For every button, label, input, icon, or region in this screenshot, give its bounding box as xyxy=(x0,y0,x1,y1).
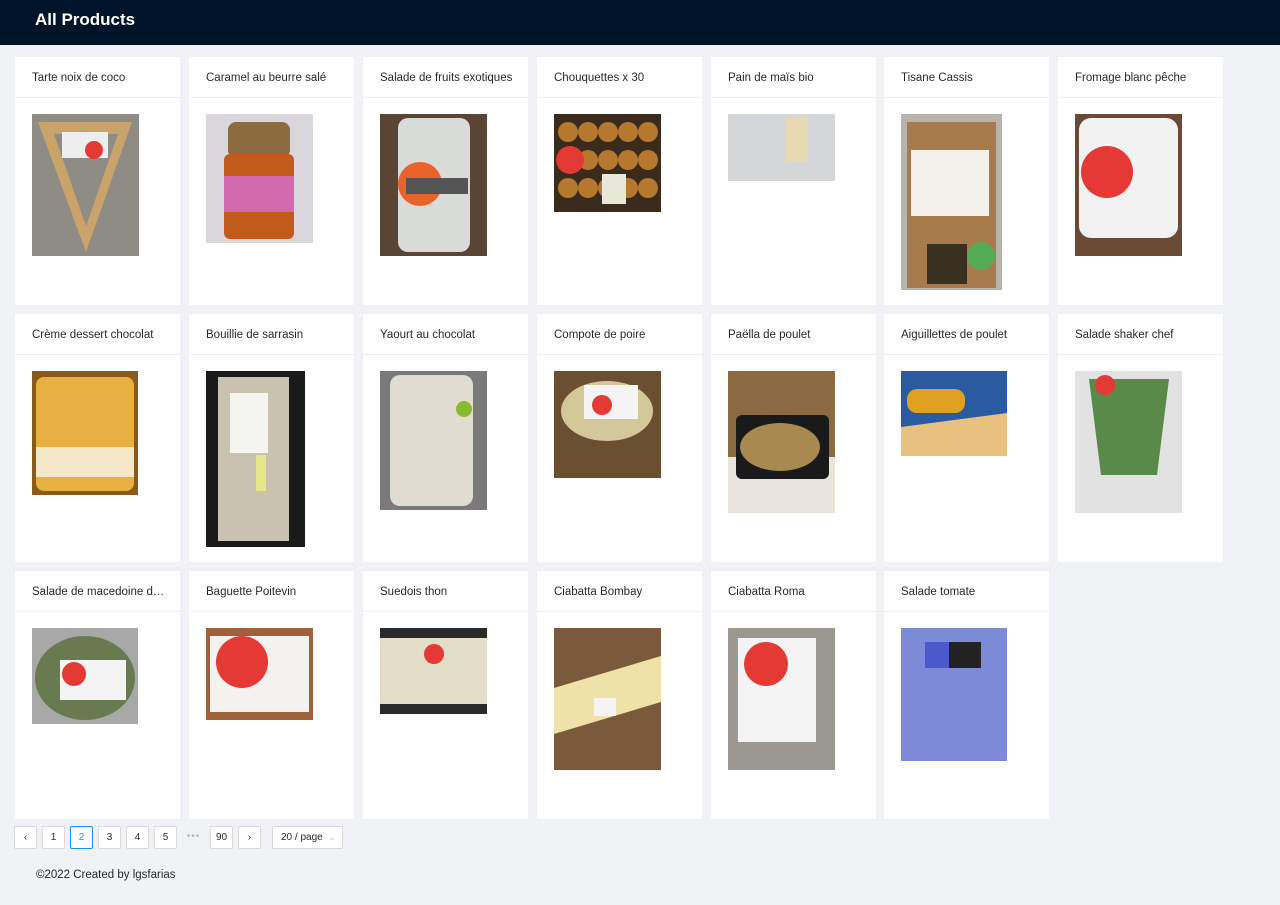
page-size-value: 20 / page xyxy=(281,832,323,843)
product-card[interactable]: Aiguillettes de poulet xyxy=(883,313,1050,563)
product-image[interactable] xyxy=(554,371,661,478)
product-title: Bouillie de sarrasin xyxy=(189,314,354,355)
product-image[interactable] xyxy=(1075,114,1182,256)
product-card[interactable]: Baguette Poitevin xyxy=(188,570,355,820)
page-last-button[interactable]: 90 xyxy=(210,826,233,849)
product-image[interactable] xyxy=(728,371,835,513)
product-title: Baguette Poitevin xyxy=(189,571,354,612)
product-title: Suedois thon xyxy=(363,571,528,612)
product-title: Tarte noix de coco xyxy=(15,57,180,98)
product-title: Ciabatta Bombay xyxy=(537,571,702,612)
product-card[interactable]: Salade tomate xyxy=(883,570,1050,820)
jump-next-ellipsis[interactable]: ••• xyxy=(182,826,205,849)
product-title: Compote de poire xyxy=(537,314,702,355)
product-title: Ciabatta Roma xyxy=(711,571,876,612)
product-image[interactable] xyxy=(380,371,487,510)
product-title: Salade shaker chef xyxy=(1058,314,1223,355)
product-title: Tisane Cassis xyxy=(884,57,1049,98)
product-image[interactable] xyxy=(206,371,305,547)
app-header: All Products xyxy=(0,0,1280,45)
footer-text: ©2022 Created by lgsfarias xyxy=(36,869,176,881)
product-card[interactable]: Paëlla de poulet xyxy=(710,313,877,563)
product-title: Salade de fruits exotiques xyxy=(363,57,528,98)
prev-page-button[interactable]: ‹ xyxy=(14,826,37,849)
page-1-button[interactable]: 1 xyxy=(42,826,65,849)
product-title: Salade tomate xyxy=(884,571,1049,612)
product-title: Crème dessert chocolat xyxy=(15,314,180,355)
product-image[interactable] xyxy=(901,628,1007,761)
product-card[interactable]: Tisane Cassis xyxy=(883,56,1050,306)
product-image[interactable] xyxy=(206,114,313,243)
product-image[interactable] xyxy=(380,628,487,714)
product-title: Paëlla de poulet xyxy=(711,314,876,355)
page-size-select[interactable]: 20 / page ⌄ xyxy=(272,826,343,849)
product-card[interactable]: Crème dessert chocolat xyxy=(14,313,181,563)
product-title: Salade de macedoine de... xyxy=(15,571,180,612)
product-image[interactable] xyxy=(554,114,661,212)
product-card[interactable]: Fromage blanc pêche xyxy=(1057,56,1224,306)
page-2-button[interactable]: 2 xyxy=(70,826,93,849)
product-title: Aiguillettes de poulet xyxy=(884,314,1049,355)
product-image[interactable] xyxy=(32,371,138,495)
chevron-down-icon: ⌄ xyxy=(328,832,336,842)
product-card[interactable]: Compote de poire xyxy=(536,313,703,563)
product-title: Chouquettes x 30 xyxy=(537,57,702,98)
product-card[interactable]: Salade shaker chef xyxy=(1057,313,1224,563)
product-card[interactable]: Chouquettes x 30 xyxy=(536,56,703,306)
product-image[interactable] xyxy=(728,114,835,181)
product-card[interactable]: Salade de macedoine de... xyxy=(14,570,181,820)
page-title: All Products xyxy=(35,10,136,29)
product-card[interactable]: Caramel au beurre salé xyxy=(188,56,355,306)
product-card[interactable]: Ciabatta Bombay xyxy=(536,570,703,820)
product-title: Yaourt au chocolat xyxy=(363,314,528,355)
product-card[interactable]: Yaourt au chocolat xyxy=(362,313,529,563)
product-title: Pain de maïs bio xyxy=(711,57,876,98)
product-image[interactable] xyxy=(1075,371,1182,513)
product-card[interactable]: Salade de fruits exotiques xyxy=(362,56,529,306)
product-image[interactable] xyxy=(901,371,1007,456)
product-image[interactable] xyxy=(32,114,139,256)
product-image[interactable] xyxy=(380,114,487,256)
product-image[interactable] xyxy=(32,628,138,724)
product-image[interactable] xyxy=(728,628,835,770)
page-4-button[interactable]: 4 xyxy=(126,826,149,849)
page-3-button[interactable]: 3 xyxy=(98,826,121,849)
product-title: Caramel au beurre salé xyxy=(189,57,354,98)
product-card[interactable]: Bouillie de sarrasin xyxy=(188,313,355,563)
next-page-button[interactable]: › xyxy=(238,826,261,849)
product-image[interactable] xyxy=(901,114,1002,290)
product-image[interactable] xyxy=(206,628,313,720)
product-card[interactable]: Pain de maïs bio xyxy=(710,56,877,306)
page-5-button[interactable]: 5 xyxy=(154,826,177,849)
product-title: Fromage blanc pêche xyxy=(1058,57,1223,98)
product-image[interactable] xyxy=(554,628,661,770)
product-card[interactable]: Tarte noix de coco xyxy=(14,56,181,306)
product-card[interactable]: Suedois thon xyxy=(362,570,529,820)
product-card[interactable]: Ciabatta Roma xyxy=(710,570,877,820)
